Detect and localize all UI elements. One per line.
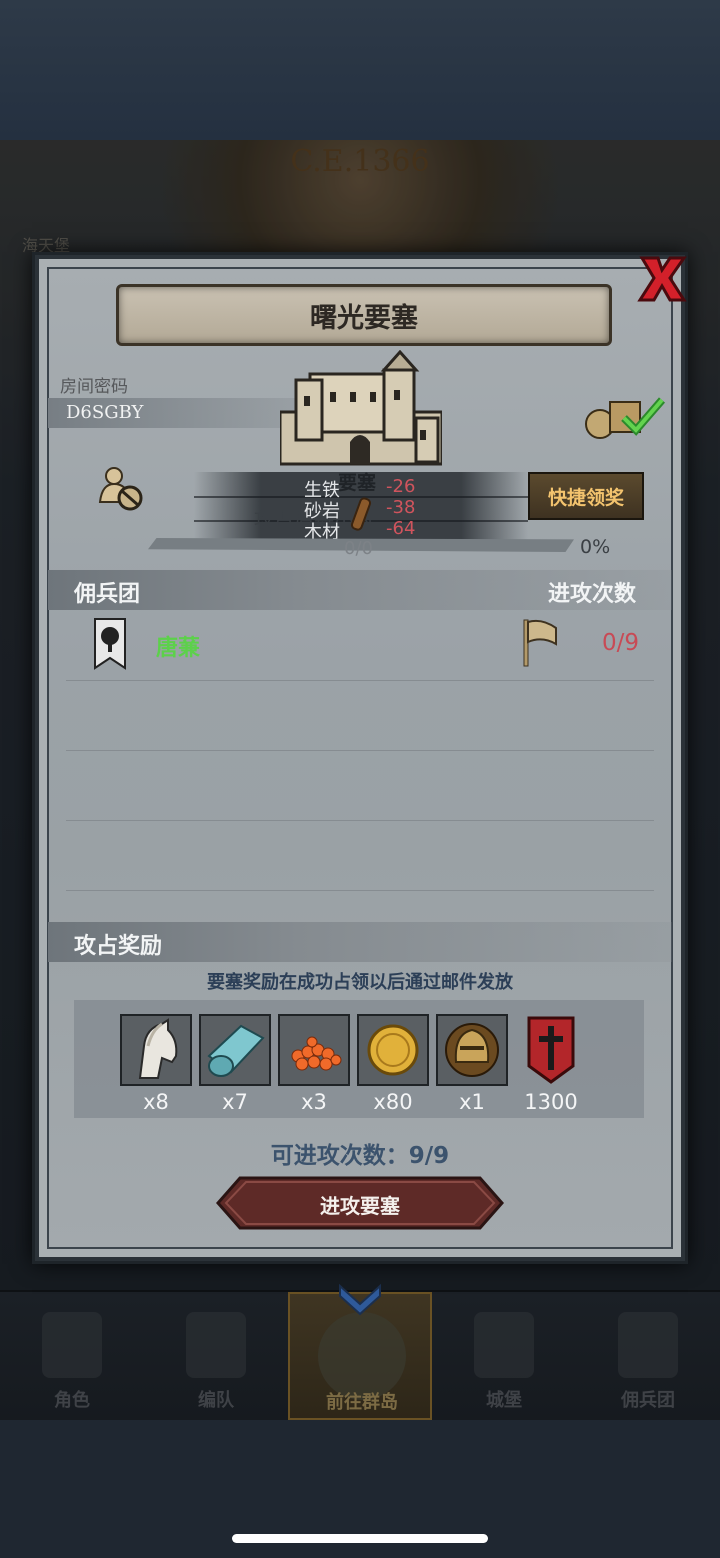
helmet-icon (186, 1312, 246, 1378)
row-divider (66, 680, 654, 681)
reward-item[interactable] (436, 1014, 508, 1086)
chevron-down-icon (339, 1283, 381, 1316)
helmet-icon (438, 1016, 506, 1084)
attack-count-header: 进攻次数 (548, 582, 637, 607)
ship-icon (618, 1312, 678, 1378)
nav-formation-label: 编队 (198, 1390, 234, 1411)
nav-role-label: 角色 (54, 1390, 90, 1411)
reward-header: 攻占奖励 (74, 934, 163, 959)
resource-value: -26 (386, 476, 416, 497)
horse-icon (122, 1016, 190, 1084)
wood-icon (350, 497, 372, 531)
nav-mercenary-label: 佣兵团 (621, 1390, 675, 1411)
attack-fortress-label: 进攻要塞 (320, 1194, 400, 1218)
nav-mercenary[interactable]: 佣兵团 (576, 1292, 720, 1420)
fortress-type-label: 要塞 (338, 472, 377, 494)
tree-banner-icon (94, 618, 126, 670)
globe-icon (318, 1312, 406, 1400)
attack-fortress-button[interactable]: 进攻要塞 (216, 1176, 504, 1230)
mercenary-attack-count: 0/9 (602, 630, 640, 656)
cloth-icon (201, 1016, 269, 1084)
no-user-icon[interactable] (98, 466, 144, 512)
reward-quantity: x3 (301, 1090, 327, 1114)
nav-castle[interactable]: 城堡 (432, 1292, 576, 1420)
resource-value: -64 (386, 518, 416, 539)
flag-icon (523, 619, 557, 667)
room-password-label: 房间密码 (60, 377, 128, 397)
reward-item[interactable] (120, 1014, 192, 1086)
meat-icon (280, 1016, 348, 1084)
attempts-remaining: 可进攻次数：9/9 (270, 1143, 450, 1169)
row-divider (66, 820, 654, 821)
reward-quantity: x7 (222, 1090, 248, 1114)
nav-role[interactable]: 角色 (0, 1292, 144, 1420)
room-code: D6SGBY (66, 402, 144, 423)
quick-claim-button[interactable]: 快捷领奖 (528, 472, 644, 520)
reward-item[interactable] (515, 1014, 587, 1086)
progress-text: 0/0 (344, 538, 373, 559)
loot-claimed-icon (585, 397, 666, 439)
nav-formation[interactable]: 编队 (144, 1292, 288, 1420)
title-plaque: 曙光要塞 (116, 284, 612, 346)
gold-coin-icon (359, 1016, 427, 1084)
sword-banner-icon (527, 1016, 575, 1084)
nav-castle-label: 城堡 (486, 1390, 522, 1411)
reward-item[interactable] (278, 1014, 350, 1086)
nav-islands-label: 前往群岛 (326, 1392, 398, 1413)
quick-claim-label: 快捷领奖 (547, 486, 624, 509)
reward-item[interactable] (199, 1014, 271, 1086)
reward-note: 要塞奖励在成功占领以后通过邮件发放 (207, 972, 513, 993)
fortress-icon (280, 350, 442, 466)
close-icon[interactable] (636, 252, 688, 306)
resource-value: -38 (386, 497, 416, 518)
castle-icon (474, 1312, 534, 1378)
reward-quantity: x8 (143, 1090, 169, 1114)
reward-item[interactable] (357, 1014, 429, 1086)
reward-quantity: 1300 (524, 1090, 578, 1114)
row-divider (66, 750, 654, 751)
mercenary-name[interactable]: 唐蒹 (156, 630, 200, 662)
reward-quantity: x80 (373, 1090, 413, 1114)
reward-quantity: x1 (459, 1090, 485, 1114)
progress-percent: 0% (580, 536, 611, 558)
home-indicator[interactable] (232, 1534, 488, 1543)
row-divider (66, 890, 654, 891)
status-bar-area (0, 0, 720, 140)
dialog-title: 曙光要塞 (310, 302, 418, 334)
knight-icon (42, 1312, 102, 1378)
mercenary-header: 佣兵团 (74, 582, 141, 607)
